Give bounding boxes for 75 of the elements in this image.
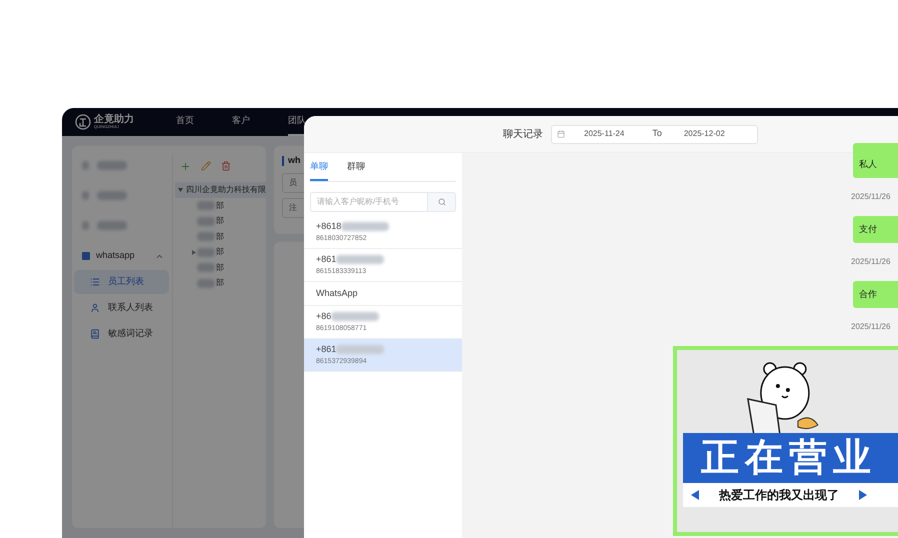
tree-label: 部 [216, 246, 224, 258]
blurred-text [336, 345, 384, 354]
add-icon[interactable] [180, 160, 191, 172]
tree-row[interactable]: 部 [175, 260, 266, 276]
blurred-text [341, 222, 390, 232]
search-field[interactable]: 请输入客户昵称/手机号 [310, 192, 428, 212]
blurred-text [197, 248, 215, 257]
contact-name: +861 [316, 253, 336, 266]
tree-row[interactable]: 部 [175, 198, 266, 214]
tree-label: 四川企竟助力科技有限 [186, 184, 266, 196]
tree-label: 部 [216, 215, 224, 228]
blurred-text [97, 160, 127, 170]
edit-icon[interactable] [201, 161, 211, 171]
blurred-text [197, 278, 215, 288]
blurred-text [97, 220, 127, 230]
nav-tab[interactable]: 首页 [176, 108, 194, 136]
blurred-text [197, 232, 215, 242]
list-icon [90, 277, 100, 287]
calendar-icon [557, 130, 565, 138]
contact-name: +86 [316, 310, 332, 323]
blurred-text [97, 190, 127, 200]
chat-tab[interactable]: 单聊 [310, 160, 328, 181]
drawer-title: 聊天记录 [503, 128, 543, 142]
whatsapp-icon [82, 252, 90, 260]
blurred-text [82, 160, 89, 170]
blurred-text [331, 312, 380, 322]
contact-name: WhatsApp [316, 286, 358, 300]
tree-row[interactable]: 部 [175, 229, 266, 244]
chat-tab[interactable]: 群聊 [347, 160, 365, 181]
panel-title: wh [288, 154, 300, 167]
delete-icon[interactable] [221, 161, 231, 171]
search-button[interactable] [428, 192, 456, 212]
tree-label: 部 [216, 277, 224, 290]
tree-label: 部 [216, 230, 224, 243]
message-bubble: 私人 [853, 143, 898, 178]
tree-row[interactable]: 部 [175, 214, 266, 229]
person-icon [90, 303, 100, 313]
blurred-text [197, 216, 215, 226]
sticker-headline: 正在营业 [700, 436, 878, 481]
book-icon [90, 329, 100, 339]
range-separator: To [652, 127, 662, 140]
sticker-caption: 热爱工作的我又出现了 [719, 487, 839, 504]
date-range-field[interactable]: 2025-11-24 To 2025-12-02 [551, 124, 758, 144]
end-date: 2025-12-02 [684, 128, 725, 140]
message-bubble: 合作 [853, 281, 898, 308]
tree-row[interactable]: 部 [175, 244, 266, 260]
nav-tab[interactable]: 客户 [232, 108, 250, 136]
message-time: 2025/11/26 [851, 256, 892, 268]
logo-icon [75, 114, 91, 130]
message-bubble: 支付 [853, 216, 898, 243]
blurred-text [82, 220, 89, 230]
sidebar-item[interactable]: 员工列表 [74, 270, 169, 294]
tree-root[interactable]: 四川企竟助力科技有限 [175, 182, 266, 198]
blurred-text [197, 263, 215, 272]
message-time: 2025/11/26 [851, 321, 892, 333]
blurred-text [197, 201, 215, 210]
message-time: 2025/11/26 [851, 191, 892, 203]
sidebar-item[interactable]: 联系人列表 [74, 296, 169, 320]
tree-row[interactable]: 部 [175, 276, 266, 291]
blurred-text [336, 255, 384, 264]
sidebar-group[interactable]: whatsapp [96, 249, 135, 263]
tree-label: 部 [216, 262, 224, 274]
start-date: 2025-11-24 [584, 128, 624, 140]
search-icon [438, 198, 446, 206]
sidebar-label: 员工列表 [108, 275, 144, 288]
blurred-text [82, 190, 89, 200]
contact-name: +861 [316, 343, 336, 356]
contact-name: +8618 [316, 220, 342, 233]
sidebar-item[interactable]: 敏感词记录 [74, 322, 169, 346]
logo-name: 企竟助力 [94, 115, 134, 125]
sidebar-label: 敏感词记录 [108, 327, 153, 340]
right-arrow-icon [859, 490, 867, 500]
tree-label: 部 [216, 200, 224, 212]
sidebar-label: 联系人列表 [108, 301, 153, 314]
left-arrow-icon [691, 490, 699, 500]
